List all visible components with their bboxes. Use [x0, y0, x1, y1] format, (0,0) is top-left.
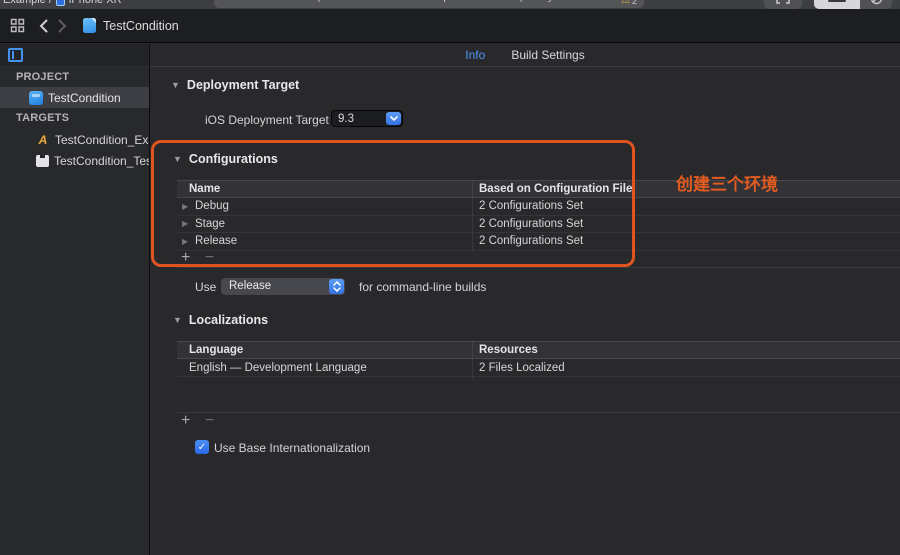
localizations-section-header[interactable]: ▼ Localizations [173, 313, 268, 327]
deployment-target-section-header[interactable]: ▼ Deployment Target [171, 78, 299, 92]
project-editor-sidebar: PROJECT TestCondition TARGETS A TestCond… [0, 44, 150, 555]
configurations-section-header[interactable]: ▼ Configurations [173, 152, 278, 166]
project-icon [29, 91, 43, 105]
language-resources: 2 Files Localized [479, 362, 565, 374]
config-based-on: 2 Configurations Set [479, 218, 583, 230]
project-info-editor: Info Build Settings ▼ Deployment Target … [150, 44, 900, 555]
project-item-label: TestCondition [48, 91, 121, 105]
command-line-builds-label: for command-line builds [359, 280, 486, 294]
config-based-on: 2 Configurations Set [479, 235, 583, 247]
column-header-language: Language [189, 344, 243, 356]
disclosure-closed-icon[interactable]: ▶ [182, 237, 188, 246]
disclosure-open-icon[interactable]: ▼ [173, 154, 182, 164]
ios-deployment-target-combo[interactable]: 9.3 [331, 110, 403, 127]
disclosure-open-icon[interactable]: ▼ [171, 80, 180, 90]
localizations-add-remove-row: + − [177, 413, 900, 431]
column-header-name: Name [189, 183, 220, 195]
target-item-label: TestCondition_Exa... [55, 133, 149, 147]
activity-text-suffix: | Today at 1:51 PM [520, 0, 607, 3]
sidebar-item-target-tests[interactable]: TestCondition_Tests [0, 150, 149, 171]
config-based-on: 2 Configurations Set [479, 200, 583, 212]
activity-status: Succeeded [462, 0, 517, 3]
test-bundle-icon [36, 155, 49, 167]
device-icon [56, 0, 65, 6]
scheme-device-label: iPhone XR [69, 0, 122, 6]
use-label: Use [195, 280, 216, 294]
use-base-internationalization-label: Use Base Internationalization [214, 441, 370, 455]
check-icon: ✓ [198, 442, 206, 453]
activity-text-prefix: TestCondition | Build TestCondition-Exam… [251, 0, 460, 3]
popup-value: Release [229, 280, 271, 292]
config-name: Debug [195, 200, 229, 212]
column-header-resources: Resources [479, 344, 538, 356]
editor-tabstrip: Info Build Settings [150, 44, 900, 67]
project-doc-icon [83, 18, 96, 33]
configurations-table-header: Name Based on Configuration File [177, 180, 900, 198]
add-localization-button[interactable]: + [181, 412, 190, 430]
xcode-window: Example / iPhone XR TestCondition | Buil… [0, 0, 900, 555]
targets-section-header: TARGETS [0, 108, 149, 129]
activity-viewer: TestCondition | Build TestCondition-Exam… [214, 0, 644, 8]
remove-localization-button[interactable]: − [205, 412, 214, 430]
main-body: PROJECT TestCondition TARGETS A TestCond… [0, 44, 900, 555]
table-row-stage[interactable]: ▶ Stage 2 Configurations Set [177, 216, 900, 234]
disclosure-closed-icon[interactable]: ▶ [182, 219, 188, 228]
project-section-header: PROJECT [0, 67, 149, 87]
scheme-project-label: Example / [3, 0, 52, 6]
back-icon[interactable] [39, 19, 48, 33]
column-header-based-on: Based on Configuration File [479, 183, 632, 195]
forward-icon[interactable] [58, 19, 67, 33]
localizations-table-header: Language Resources [177, 341, 900, 359]
localizations-table-empty-area [177, 378, 900, 413]
toolbar-right-buttons [764, 0, 892, 9]
sidebar-toggle-icon[interactable] [8, 48, 23, 62]
disclosure-closed-icon[interactable]: ▶ [182, 202, 188, 211]
table-row-release[interactable]: ▶ Release 2 Configurations Set [177, 233, 900, 251]
window-toolbar: Example / iPhone XR TestCondition | Buil… [0, 0, 900, 9]
jump-bar: TestCondition [0, 9, 900, 43]
ios-deployment-target-label: iOS Deployment Target [205, 113, 329, 127]
sidebar-item-project-testcondition[interactable]: TestCondition [0, 87, 149, 108]
config-name: Stage [195, 218, 225, 230]
warning-badge[interactable]: ⚠ 2 [621, 0, 637, 6]
assistant-editor-button[interactable] [860, 0, 892, 9]
section-title: Localizations [189, 313, 268, 327]
sidebar-header-strip [0, 44, 149, 67]
table-row-debug[interactable]: ▶ Debug 2 Configurations Set [177, 198, 900, 216]
command-line-config-popup[interactable]: Release [221, 278, 345, 295]
sidebar-item-target-example[interactable]: A TestCondition_Exa... [0, 129, 149, 150]
add-configuration-button[interactable]: + [181, 249, 190, 267]
configurations-table: Name Based on Configuration File ▶ Debug… [177, 180, 900, 251]
combo-value: 9.3 [338, 113, 354, 125]
circle-slash-icon [870, 0, 883, 5]
configurations-add-remove-row: + − [177, 250, 900, 268]
target-item-label: TestCondition_Tests [54, 154, 149, 168]
annotation-text: 创建三个环境 [676, 170, 778, 195]
disclosure-open-icon[interactable]: ▼ [173, 315, 182, 325]
warning-icon: ⚠ [621, 0, 630, 6]
config-name: Release [195, 235, 237, 247]
chevron-down-icon [386, 112, 401, 125]
column-divider [472, 341, 473, 378]
localizations-table: Language Resources English — Development… [177, 341, 900, 377]
related-items-icon[interactable] [10, 18, 25, 33]
warning-count: 2 [632, 0, 637, 6]
code-review-button[interactable] [764, 0, 802, 9]
tab-info[interactable]: Info [465, 48, 485, 62]
language-name: English — Development Language [189, 362, 367, 374]
section-title: Configurations [189, 152, 278, 166]
column-divider [472, 180, 473, 251]
brackets-icon [776, 0, 790, 4]
table-row-english[interactable]: English — Development Language 2 Files L… [177, 359, 900, 377]
remove-configuration-button[interactable]: − [205, 249, 214, 267]
chevron-up-down-icon [329, 279, 344, 294]
standard-editor-button[interactable] [814, 0, 860, 9]
section-title: Deployment Target [187, 78, 299, 92]
editor-mode-segmented [814, 0, 892, 9]
use-base-internationalization-checkbox[interactable]: ✓ [195, 440, 209, 454]
tab-build-settings[interactable]: Build Settings [511, 48, 584, 62]
app-target-icon: A [36, 133, 50, 146]
scheme-selector[interactable]: Example / iPhone XR [3, 0, 122, 8]
breadcrumb[interactable]: TestCondition [103, 19, 179, 33]
